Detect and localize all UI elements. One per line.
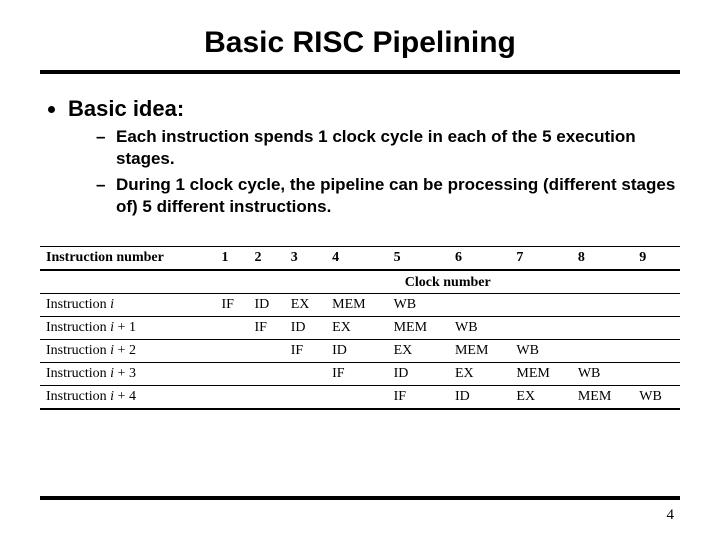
table-cell: MEM bbox=[326, 294, 387, 317]
table-cell bbox=[510, 317, 571, 340]
table-col-header: 2 bbox=[249, 247, 285, 271]
table-cell bbox=[633, 340, 680, 363]
table-cell bbox=[633, 363, 680, 386]
sub-bullet-list: Each instruction spends 1 clock cycle in… bbox=[68, 126, 680, 218]
table-cell: EX bbox=[449, 363, 510, 386]
table-cell bbox=[215, 363, 248, 386]
table-cell: ID bbox=[388, 363, 449, 386]
table-cell: EX bbox=[285, 294, 326, 317]
table-cell bbox=[249, 340, 285, 363]
table-cell: WB bbox=[388, 294, 449, 317]
table-cell: IF bbox=[285, 340, 326, 363]
table-header-row: Instruction number 1 2 3 4 5 6 7 8 9 bbox=[40, 247, 680, 271]
table-cell: IF bbox=[326, 363, 387, 386]
table-cell: MEM bbox=[388, 317, 449, 340]
table-col-header: 3 bbox=[285, 247, 326, 271]
slide-title: Basic RISC Pipelining bbox=[40, 26, 680, 60]
sub-bullet: During 1 clock cycle, the pipeline can b… bbox=[96, 174, 680, 218]
table-col-header: 8 bbox=[572, 247, 633, 271]
table-col-header: 4 bbox=[326, 247, 387, 271]
table-cell: EX bbox=[510, 386, 571, 410]
table-cell bbox=[249, 363, 285, 386]
instruction-label: Instruction i + 1 bbox=[40, 317, 215, 340]
table-cell: IF bbox=[388, 386, 449, 410]
table-cell: ID bbox=[326, 340, 387, 363]
table-cell: ID bbox=[285, 317, 326, 340]
table-col-header: 7 bbox=[510, 247, 571, 271]
table-cell bbox=[449, 294, 510, 317]
table-cell bbox=[633, 294, 680, 317]
instruction-label: Instruction i + 3 bbox=[40, 363, 215, 386]
table-cell bbox=[249, 386, 285, 410]
table-cell: ID bbox=[249, 294, 285, 317]
table-cell: IF bbox=[215, 294, 248, 317]
table-cell: WB bbox=[510, 340, 571, 363]
pipeline-table: Clock number Instruction iIFIDEXMEMWBIns… bbox=[40, 246, 680, 410]
table-superheader: Clock number bbox=[215, 270, 680, 294]
table-col-header: 9 bbox=[633, 247, 680, 271]
table-cell: ID bbox=[449, 386, 510, 410]
table-cell: MEM bbox=[572, 386, 633, 410]
table-cell: EX bbox=[326, 317, 387, 340]
table-cell: WB bbox=[572, 363, 633, 386]
slide: Basic RISC Pipelining Basic idea: Each i… bbox=[0, 0, 720, 540]
table-superheader-blank bbox=[40, 270, 215, 294]
table-cell bbox=[326, 386, 387, 410]
table-cell bbox=[285, 363, 326, 386]
table-superheader-row: Clock number bbox=[40, 270, 680, 294]
table-cell: IF bbox=[249, 317, 285, 340]
bullet-list: Basic idea: Each instruction spends 1 cl… bbox=[46, 96, 680, 218]
table-cell: MEM bbox=[449, 340, 510, 363]
table-row: Instruction i + 2 IFIDEXMEMWB bbox=[40, 340, 680, 363]
table-cell: WB bbox=[449, 317, 510, 340]
pipeline-table-wrap: Clock number Instruction iIFIDEXMEMWBIns… bbox=[40, 246, 680, 410]
table-cell bbox=[572, 340, 633, 363]
instruction-label: Instruction i + 2 bbox=[40, 340, 215, 363]
title-rule bbox=[40, 70, 680, 74]
table-cell: EX bbox=[388, 340, 449, 363]
instruction-label: Instruction i bbox=[40, 294, 215, 317]
bullet-main-text: Basic idea: bbox=[68, 96, 184, 121]
table-cell bbox=[215, 386, 248, 410]
table-col-header: 6 bbox=[449, 247, 510, 271]
instruction-label: Instruction i + 4 bbox=[40, 386, 215, 410]
sub-bullet: Each instruction spends 1 clock cycle in… bbox=[96, 126, 680, 170]
table-col-header-label: Instruction number bbox=[40, 247, 215, 271]
table-cell bbox=[572, 317, 633, 340]
table-cell bbox=[510, 294, 571, 317]
table-cell bbox=[215, 340, 248, 363]
table-cell: MEM bbox=[510, 363, 571, 386]
table-col-header: 5 bbox=[388, 247, 449, 271]
table-cell bbox=[215, 317, 248, 340]
table-cell bbox=[633, 317, 680, 340]
table-cell bbox=[285, 386, 326, 410]
footer-rule bbox=[40, 496, 680, 500]
page-number: 4 bbox=[667, 507, 675, 524]
table-row: Instruction i + 3 IFIDEXMEMWB bbox=[40, 363, 680, 386]
table-row: Instruction iIFIDEXMEMWB bbox=[40, 294, 680, 317]
table-cell bbox=[572, 294, 633, 317]
table-row: Instruction i + 4 IFIDEXMEMWB bbox=[40, 386, 680, 410]
table-row: Instruction i + 1 IFIDEXMEMWB bbox=[40, 317, 680, 340]
table-col-header: 1 bbox=[215, 247, 248, 271]
table-cell: WB bbox=[633, 386, 680, 410]
bullet-main: Basic idea: Each instruction spends 1 cl… bbox=[68, 96, 680, 218]
